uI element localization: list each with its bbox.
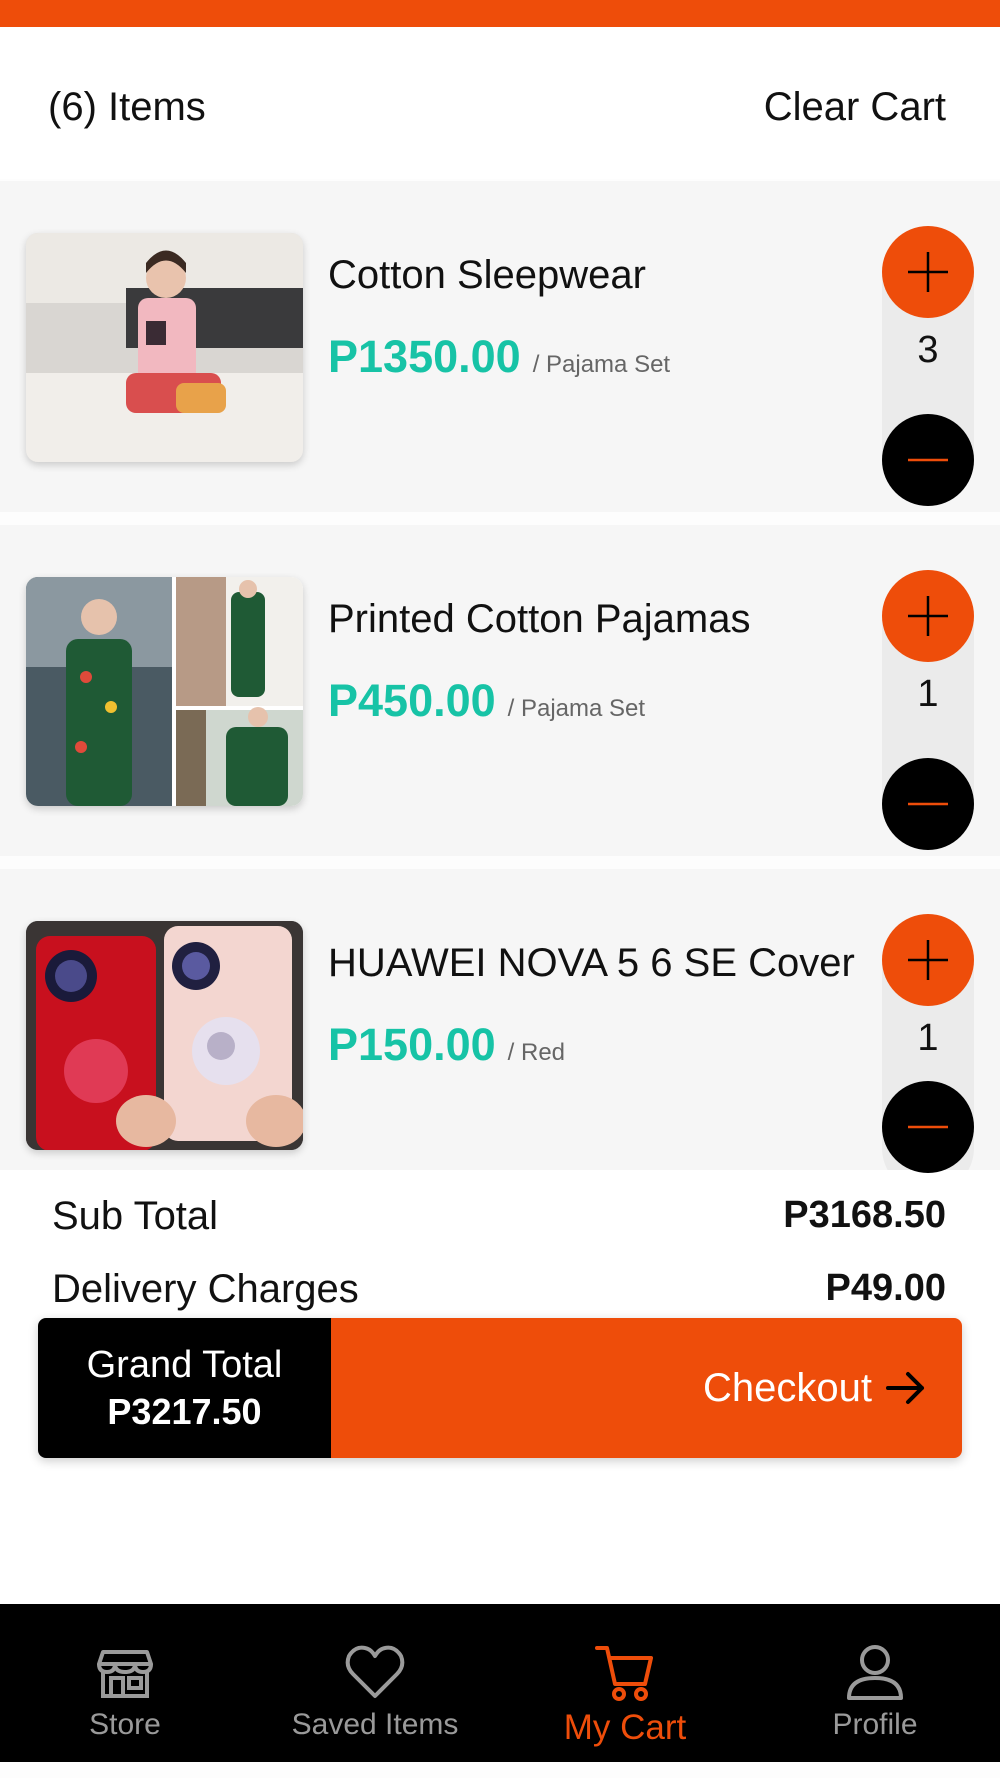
heart-icon [345,1645,405,1698]
plus-icon [908,940,948,980]
nav-label: Profile [832,1708,918,1741]
decrease-quantity-button[interactable] [882,1081,974,1173]
nav-label: My Cart [563,1708,687,1747]
gesture-bar [0,1762,1000,1778]
cart-item: HUAWEI NOVA 5 6 SE Cover P150.00 / Red 1 [0,869,1000,1194]
subtotal-value: P3168.50 [783,1194,946,1236]
product-image[interactable] [26,577,303,806]
product-variant: / Red [507,1039,566,1066]
minus-icon [908,1125,948,1129]
cart-item: Printed Cotton Pajamas P450.00 / Pajama S… [0,525,1000,856]
subtotal-label: Sub Total [52,1194,219,1238]
cart-header: (6) Items Clear Cart [0,27,1000,179]
quantity-value: 1 [917,1017,939,1059]
product-variant: / Pajama Set [507,695,646,722]
grand-total-value: P3217.50 [107,1390,262,1432]
user-icon [847,1645,903,1700]
quantity-value: 1 [917,673,939,715]
cart-icon [595,1646,653,1701]
checkout-bar: Grand Total P3217.50 Checkout [38,1318,962,1458]
plus-icon [908,252,948,292]
product-price: P450.00 [328,675,496,726]
nav-saved-items[interactable]: Saved Items [250,1604,500,1762]
nav-my-cart[interactable]: My Cart [500,1604,750,1762]
bottom-navigation: Store Saved Items My Cart Profile [0,1604,1000,1762]
product-image[interactable] [26,233,303,462]
minus-icon [908,802,948,806]
checkout-button[interactable]: Checkout [331,1318,962,1458]
product-price: P150.00 [328,1019,496,1070]
status-bar [0,0,1000,27]
items-count: (6) Items [48,85,206,129]
price-row: P1350.00 / Pajama Set [328,331,670,383]
clear-cart-button[interactable]: Clear Cart [764,85,946,130]
delivery-charges-label: Delivery Charges [52,1267,359,1311]
grand-total-label: Grand Total [86,1343,283,1386]
nav-profile[interactable]: Profile [750,1604,1000,1762]
plus-icon [908,596,948,636]
minus-icon [908,458,948,462]
price-row: P150.00 / Red [328,1019,565,1071]
nav-store[interactable]: Store [0,1604,250,1762]
product-image[interactable] [26,921,303,1150]
increase-quantity-button[interactable] [882,914,974,1006]
delivery-charges-value: P49.00 [825,1267,946,1309]
increase-quantity-button[interactable] [882,226,974,318]
arrow-right-icon [886,1372,924,1404]
nav-label: Saved Items [291,1708,459,1741]
product-name[interactable]: Cotton Sleepwear [328,253,646,298]
product-name[interactable]: HUAWEI NOVA 5 6 SE Cover [328,941,855,986]
nav-label: Store [89,1708,161,1741]
product-price: P1350.00 [328,331,521,382]
increase-quantity-button[interactable] [882,570,974,662]
checkout-label: Checkout [703,1365,872,1410]
price-row: P450.00 / Pajama Set [328,675,645,727]
product-variant: / Pajama Set [532,351,671,378]
decrease-quantity-button[interactable] [882,758,974,850]
quantity-value: 3 [917,329,939,371]
store-icon [97,1650,153,1698]
product-name[interactable]: Printed Cotton Pajamas [328,597,750,642]
decrease-quantity-button[interactable] [882,414,974,506]
grand-total: Grand Total P3217.50 [38,1318,331,1458]
cart-item: Cotton Sleepwear P1350.00 / Pajama Set 3 [0,181,1000,512]
